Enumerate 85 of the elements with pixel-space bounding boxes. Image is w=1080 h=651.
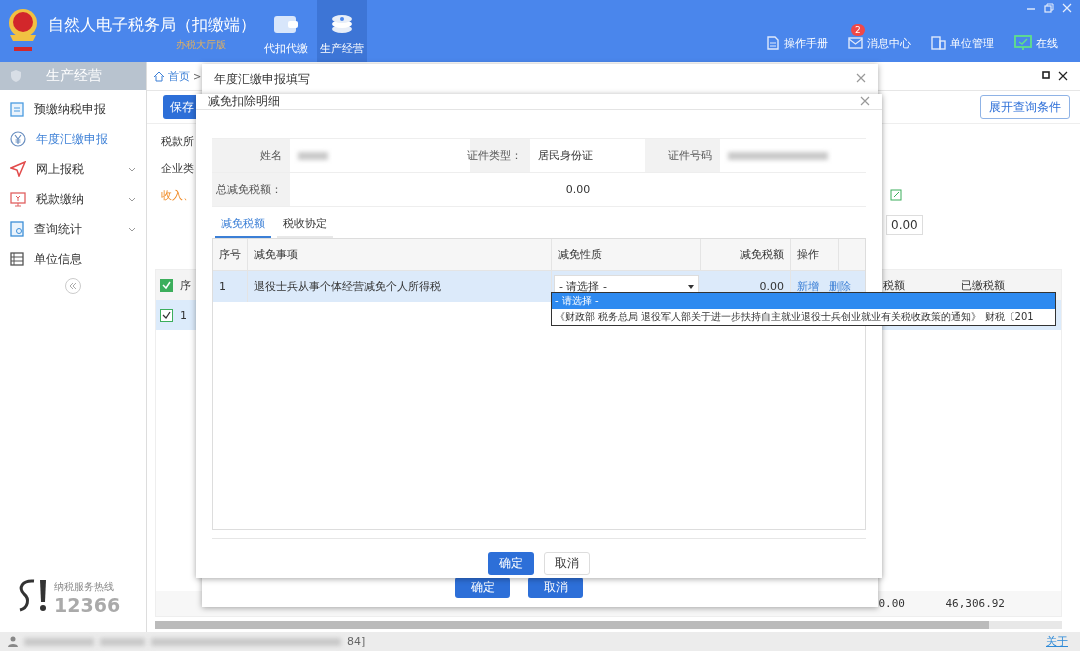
amount-field[interactable]: 0.00 <box>886 215 923 235</box>
dialog-button[interactable]: 取消 <box>544 551 590 575</box>
header-link-label: 消息中心 <box>867 35 911 51</box>
sidebar-item[interactable]: 年度汇缴申报 <box>0 124 146 154</box>
app-subtitle: 办税大厅版 <box>176 38 226 52</box>
header-link[interactable]: 2 消息中心 <box>848 23 911 51</box>
building-icon <box>931 36 946 50</box>
dialog-button[interactable]: 确定 <box>455 577 510 598</box>
header-link[interactable]: 单位管理 <box>931 23 994 51</box>
form-label: 企业类 <box>161 161 194 176</box>
column-header: 减免事项 <box>248 239 552 270</box>
edit-icon[interactable] <box>890 189 902 201</box>
dialog-button[interactable]: 取消 <box>528 577 583 598</box>
hotline-label: 纳税服务热线 <box>54 580 115 594</box>
action-link[interactable]: 删除 <box>829 279 851 294</box>
header-link[interactable]: 在线 <box>1014 23 1058 51</box>
field-value: 0.00 <box>565 183 591 196</box>
sidebar-item[interactable]: 网上报税 <box>0 154 146 184</box>
action-link[interactable]: 新增 <box>797 279 819 294</box>
form-label: 收入、 <box>161 188 194 203</box>
column-header: 序 <box>179 277 192 293</box>
field-label: 姓名 <box>212 139 290 172</box>
column-header: 操作 <box>791 239 839 270</box>
table-cell: 1 <box>213 271 248 302</box>
monitor-icon <box>10 191 26 207</box>
breadcrumb-separator: > <box>193 70 202 82</box>
field-label: 证件号码 <box>645 139 720 172</box>
checkbox[interactable] <box>160 278 173 292</box>
sidebar-item[interactable]: 查询统计 <box>0 214 146 244</box>
close-icon[interactable] <box>1058 71 1068 81</box>
report-icon <box>10 221 24 237</box>
form-label: 税款所 <box>161 134 194 149</box>
field-value: 居民身份证 <box>537 148 594 164</box>
dropdown-arrow-icon <box>688 284 694 289</box>
redacted-text <box>100 637 145 646</box>
horizontal-scrollbar[interactable] <box>155 621 1062 629</box>
column-header: 序号 <box>213 239 248 270</box>
chevron-down-icon <box>128 196 136 202</box>
monitor-icon <box>1014 35 1032 51</box>
about-link[interactable]: 关于 <box>1046 634 1068 649</box>
shield-icon <box>10 69 22 83</box>
checkbox[interactable] <box>160 308 173 322</box>
yen-icon <box>10 131 26 147</box>
nav-tab[interactable]: 生产经营 <box>317 0 367 62</box>
chevron-down-icon <box>128 226 136 232</box>
expand-query-button[interactable]: 展开查询条件 <box>980 95 1070 119</box>
status-text: 84] <box>347 635 366 648</box>
count-badge: 2 <box>851 23 865 36</box>
header-link[interactable]: 操作手册 <box>766 23 828 51</box>
maximize-icon[interactable] <box>1042 71 1050 79</box>
dropdown-option[interactable]: 《财政部 税务总局 退役军人部关于进一步扶持自主就业退役士兵创业就业有关税收政策的通知》 财税〔201 <box>552 309 1055 325</box>
table-cell-text: 1 <box>179 308 188 322</box>
chevron-down-icon <box>128 166 136 172</box>
restore-icon[interactable] <box>1044 3 1054 13</box>
sidebar-title: 生产经营 <box>46 67 102 85</box>
document-icon <box>766 36 780 50</box>
redacted-text <box>298 151 328 160</box>
list-icon <box>10 252 24 266</box>
clipboard-icon <box>10 101 24 117</box>
column-header: 税额 <box>882 277 906 293</box>
field-label: 总减免税额： <box>212 173 290 206</box>
dialog-title: 年度汇缴申报填写 <box>214 71 310 87</box>
hotline-number: 12366 <box>54 594 121 616</box>
paper-plane-icon <box>10 161 26 177</box>
header-link-label: 单位管理 <box>950 35 994 51</box>
dialog-button[interactable]: 确定 <box>488 551 534 575</box>
wallet-icon <box>273 13 299 35</box>
sidebar-item[interactable]: 预缴纳税申报 <box>0 94 146 124</box>
app-title: 自然人电子税务局（扣缴端） <box>48 15 256 35</box>
header-link-label: 在线 <box>1036 35 1058 51</box>
mail-icon <box>848 37 863 49</box>
header-link-label: 操作手册 <box>784 35 828 51</box>
home-icon <box>153 70 165 82</box>
breadcrumb-link[interactable]: 首页 <box>168 68 190 84</box>
column-header: 减免性质 <box>552 239 701 270</box>
column-header: 减免税额 <box>701 239 791 270</box>
dropdown-option[interactable]: - 请选择 - <box>552 293 1055 309</box>
total-cell-text: 0.00 <box>877 597 906 610</box>
sidebar-item[interactable]: 税款缴纳 <box>0 184 146 214</box>
nav-tab[interactable]: 代扣代缴 <box>261 0 311 62</box>
user-icon <box>8 636 18 647</box>
sidebar-item[interactable]: 单位信息 <box>0 244 146 274</box>
total-cell-text: 46,306.92 <box>944 597 1006 610</box>
redacted-text <box>24 637 94 646</box>
column-header: 已缴税额 <box>960 277 1006 293</box>
